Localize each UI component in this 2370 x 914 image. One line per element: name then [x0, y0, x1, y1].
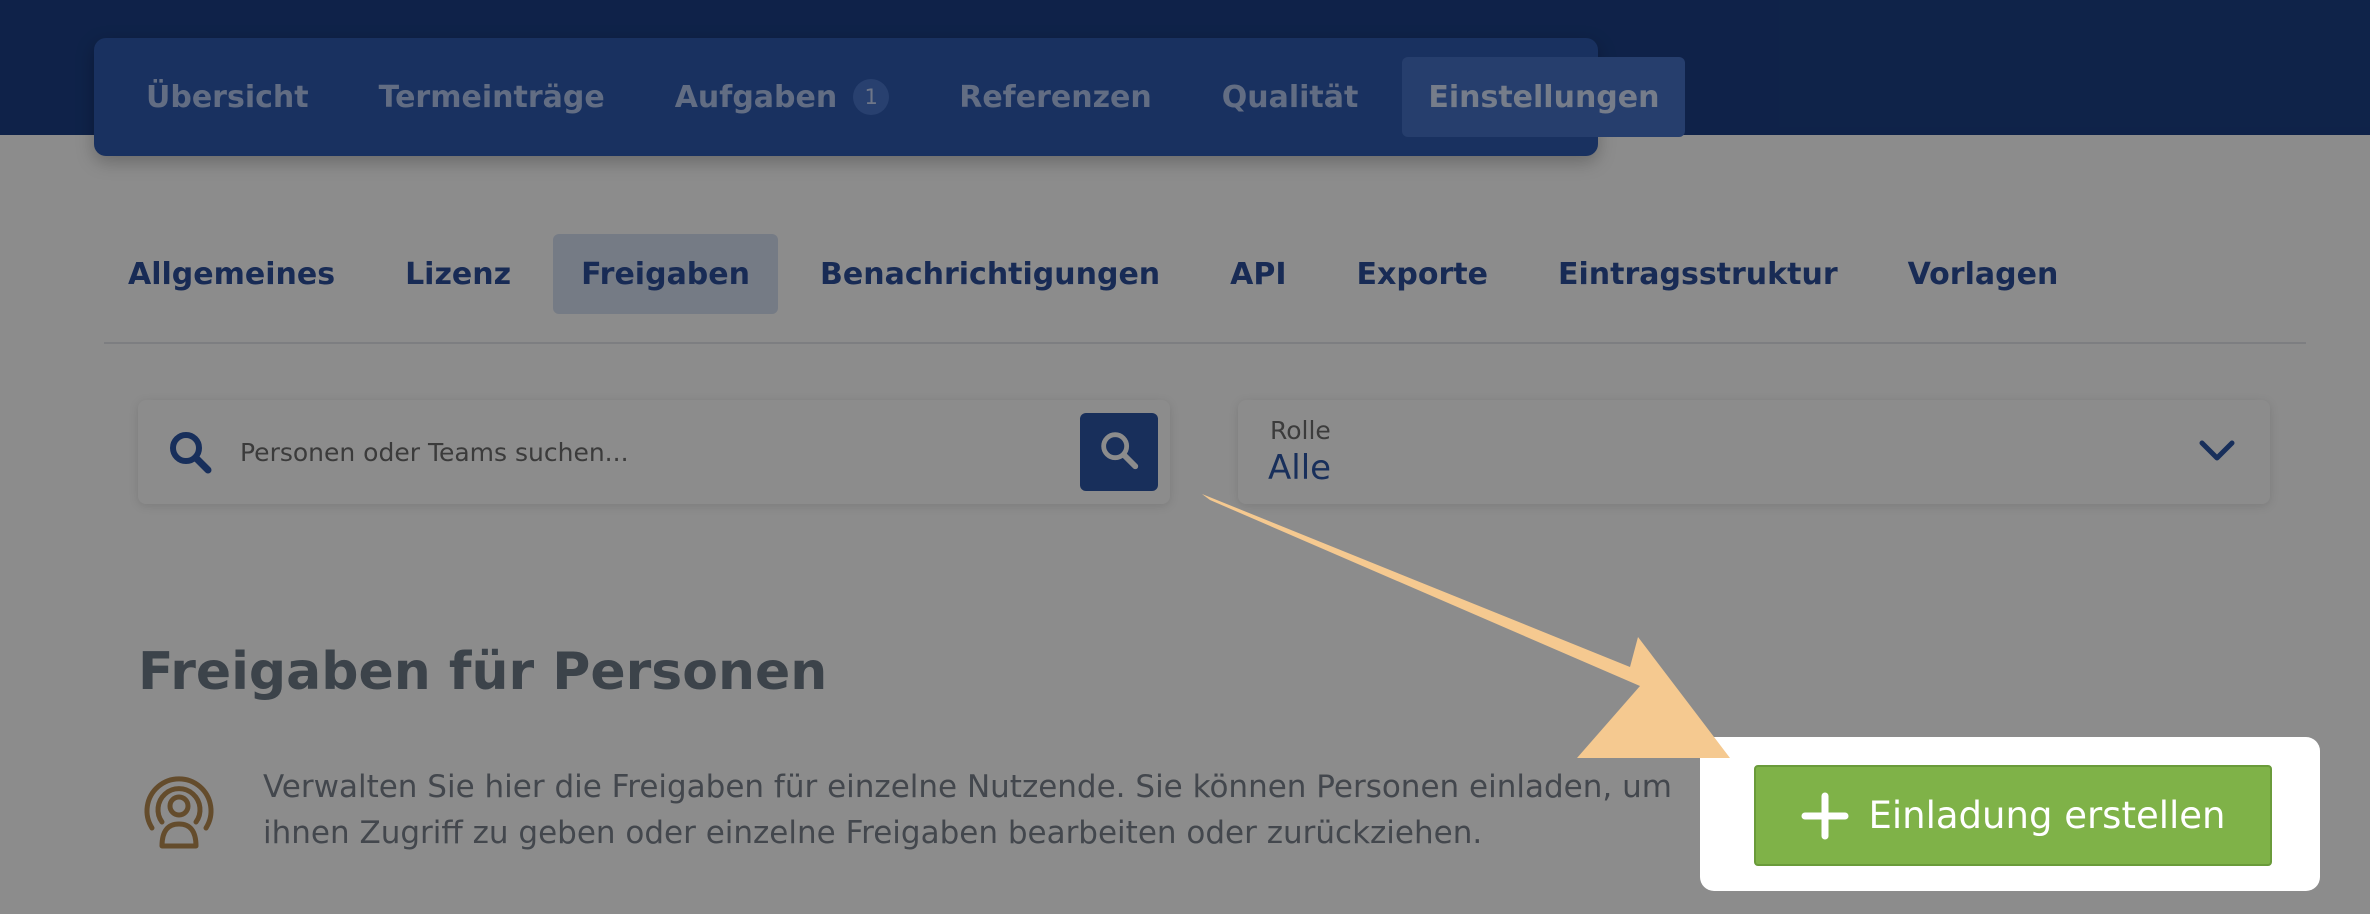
nav-item-referenzen[interactable]: Referenzen [933, 57, 1178, 137]
create-invitation-button[interactable]: Einladung erstellen [1754, 765, 2272, 866]
tasks-count-badge: 1 [853, 79, 890, 115]
role-select[interactable]: Rolle Alle [1238, 400, 2270, 504]
nav-item-label: Aufgaben [674, 79, 838, 115]
tab-label: Vorlagen [1907, 256, 2059, 292]
tab-vorlagen[interactable]: Vorlagen [1880, 234, 2087, 314]
tab-eintragsstruktur[interactable]: Eintragsstruktur [1530, 234, 1866, 314]
search-icon [142, 428, 238, 476]
nav-item-einstellungen[interactable]: Einstellungen [1402, 57, 1686, 137]
nav-item-aufgaben[interactable]: Aufgaben 1 [649, 57, 916, 137]
settings-subnavigation: Allgemeines Lizenz Freigaben Benachricht… [104, 234, 2306, 344]
role-select-label: Rolle [1270, 416, 1331, 445]
tab-benachrichtigungen[interactable]: Benachrichtigungen [792, 234, 1188, 314]
tab-label: Exporte [1356, 256, 1488, 292]
tab-label: API [1230, 256, 1287, 292]
search-icon [1096, 427, 1142, 477]
create-invitation-label: Einladung erstellen [1868, 794, 2226, 837]
arrow-shape [1202, 494, 1730, 758]
tab-label: Benachrichtigungen [820, 256, 1161, 292]
nav-item-uebersicht[interactable]: Übersicht [120, 57, 335, 137]
tab-lizenz[interactable]: Lizenz [377, 234, 539, 314]
nav-item-label: Einstellungen [1428, 79, 1660, 115]
plus-icon [1801, 792, 1849, 840]
search-input[interactable] [240, 422, 1080, 482]
nav-item-termeintraege[interactable]: Termeinträge [353, 57, 631, 137]
tab-label: Freigaben [581, 256, 750, 292]
tab-label: Lizenz [405, 256, 512, 292]
main-navigation: Übersicht Termeinträge Aufgaben 1 Refere… [94, 38, 1686, 156]
chevron-down-icon [2198, 436, 2236, 470]
tab-api[interactable]: API [1202, 234, 1314, 314]
tab-label: Allgemeines [128, 256, 336, 292]
person-broadcast-icon [138, 770, 220, 856]
nav-item-label: Qualität [1221, 79, 1359, 115]
nav-item-qualitaet[interactable]: Qualität [1196, 57, 1385, 137]
tab-allgemeines[interactable]: Allgemeines [100, 234, 363, 314]
nav-item-label: Referenzen [959, 79, 1152, 115]
search-button[interactable] [1080, 413, 1158, 491]
section-description: Verwalten Sie hier die Freigaben für ein… [263, 769, 1672, 851]
role-select-value: Alle [1268, 448, 1332, 488]
tab-exporte[interactable]: Exporte [1329, 234, 1516, 314]
tab-label: Eintragsstruktur [1557, 256, 1838, 292]
search-box [138, 400, 1170, 504]
section-title: Freigaben für Personen [138, 642, 828, 702]
nav-item-label: Termeinträge [378, 79, 605, 115]
tab-freigaben[interactable]: Freigaben [553, 234, 778, 314]
nav-item-label: Übersicht [146, 79, 309, 115]
